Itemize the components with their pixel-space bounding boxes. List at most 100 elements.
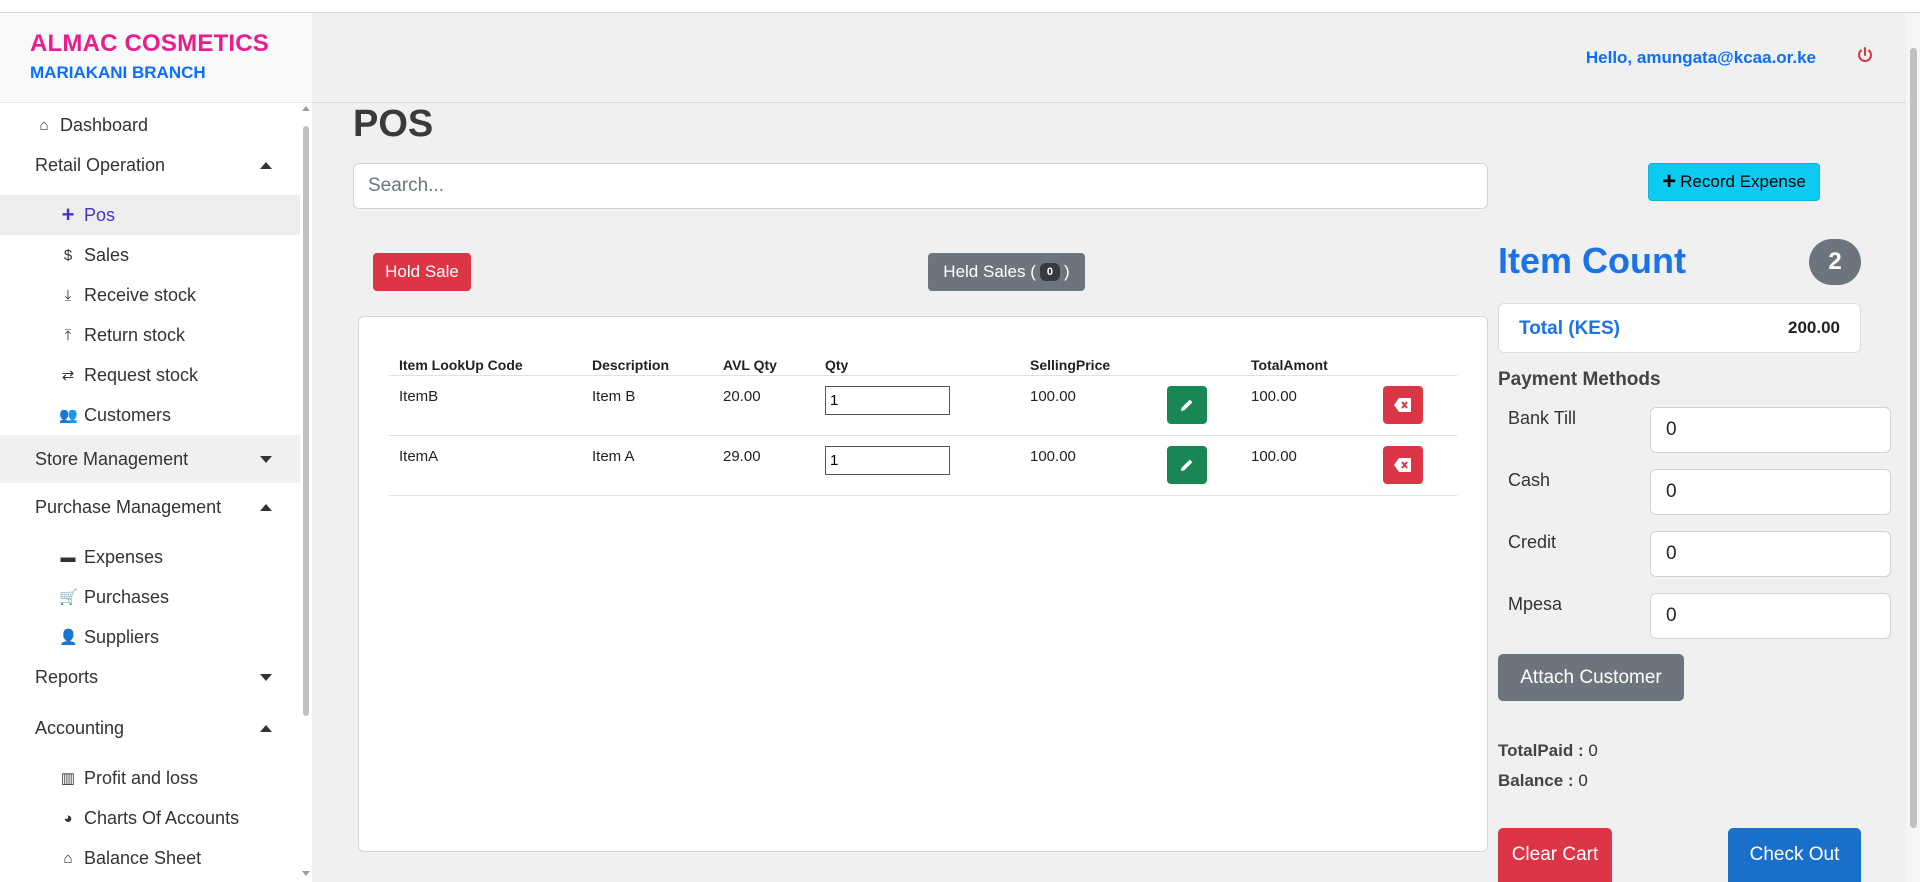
payment-label-bank-till: Bank Till [1508, 408, 1577, 428]
backspace-icon [1394, 458, 1411, 472]
sidebar-item-label: Receive stock [84, 284, 197, 305]
chevron-down-icon [260, 674, 272, 681]
sidebar-scrollbar-thumb[interactable] [303, 126, 309, 716]
sidebar-item-label: Dashboard [60, 114, 149, 135]
sidebar-section-retail-operation[interactable]: Retail Operation [0, 145, 300, 185]
mpesa-input[interactable] [1650, 593, 1891, 639]
total-label: Total (KES) [1519, 318, 1620, 339]
column-header: SellingPrice [1030, 357, 1111, 373]
check-out-button[interactable]: Check Out [1728, 828, 1861, 882]
avl-qty-cell: 20.00 [723, 388, 761, 405]
sidebar-item-pos[interactable]: + Pos [0, 195, 300, 235]
sidebar-item-charts-of-accounts[interactable]: ◕ Charts Of Accounts [0, 798, 300, 838]
item-count-label: Item Count [1498, 240, 1686, 281]
chevron-down-icon [260, 456, 272, 463]
column-header: TotalAmont [1251, 357, 1328, 373]
cart-table: Item LookUp Code Description AVL Qty Qty… [389, 345, 1457, 496]
page-scrollbar[interactable] [1906, 13, 1920, 882]
sidebar-item-profit-and-loss[interactable]: ▥ Profit and loss [0, 758, 300, 798]
power-icon[interactable] [1856, 46, 1876, 66]
sidebar-item-label: Purchases [84, 586, 170, 607]
sidebar-item-label: Return stock [84, 324, 186, 345]
top-header: Hello, amungata@kcaa.or.ke [312, 13, 1906, 103]
edit-button[interactable] [1167, 446, 1207, 484]
hold-sale-button[interactable]: Hold Sale [373, 253, 471, 291]
delete-button[interactable] [1383, 386, 1423, 424]
sidebar-section-label: Retail Operation [35, 154, 166, 175]
sidebar-item-label: Sales [84, 244, 130, 265]
sidebar-section-label: Accounting [35, 717, 125, 738]
payment-label-credit: Credit [1508, 532, 1557, 552]
sidebar-section-purchase-management[interactable]: Purchase Management [0, 487, 300, 527]
held-sales-button[interactable]: Held Sales ( 0 ) [928, 253, 1085, 291]
sidebar-item-suppliers[interactable]: 👤 Suppliers [0, 617, 300, 657]
sidebar-item-dashboard[interactable]: ⌂ Dashboard [0, 105, 300, 145]
sidebar-item-label: Expenses [84, 546, 164, 567]
column-header: Description [592, 357, 670, 373]
sidebar-item-expenses[interactable]: ▬ Expenses [0, 537, 300, 577]
sidebar-section-store-management[interactable]: Store Management [0, 435, 300, 483]
user-icon: 👤 [59, 629, 78, 646]
selling-price-cell: 100.00 [1030, 448, 1076, 465]
sidebar-item-purchases[interactable]: 🛒 Purchases [0, 577, 300, 617]
cash-input[interactable] [1650, 469, 1891, 515]
payment-label-cash: Cash [1508, 470, 1551, 490]
qty-input[interactable] [825, 386, 950, 415]
upload-icon: ⤒ [64, 326, 72, 344]
sidebar-item-label: Request stock [84, 364, 199, 385]
search-input[interactable] [353, 163, 1488, 209]
sidebar-menu: ⌂ Dashboard Retail Operation + Pos $ Sal… [0, 103, 300, 882]
sidebar-item-receive-stock[interactable]: ⤓ Receive stock [0, 275, 300, 315]
item-code-cell: ItemA [399, 448, 439, 465]
attach-customer-button[interactable]: Attach Customer [1498, 654, 1684, 701]
sidebar-item-sales[interactable]: $ Sales [0, 235, 300, 275]
backspace-icon [1394, 398, 1411, 412]
sidebar-item-balance-sheet[interactable]: ⌂ Balance Sheet [0, 838, 300, 878]
edit-button[interactable] [1167, 386, 1207, 424]
sidebar-section-reports[interactable]: Reports [0, 657, 300, 697]
payment-label-mpesa: Mpesa [1508, 594, 1563, 614]
description-cell: Item A [592, 448, 635, 465]
delete-button[interactable] [1383, 446, 1423, 484]
download-icon: ⤓ [64, 286, 72, 304]
sidebar-item-label: Customers [84, 404, 172, 425]
home-icon: ⌂ [39, 116, 49, 134]
page-scrollbar-thumb[interactable] [1910, 48, 1917, 828]
page-title: POS [353, 103, 434, 145]
sidebar-item-label: Suppliers [84, 626, 160, 647]
held-sales-close-paren: ) [1064, 262, 1070, 281]
scroll-up-arrow-icon[interactable] [302, 106, 310, 111]
sidebar-item-request-stock[interactable]: ⇄ Request stock [0, 355, 300, 395]
balance-label: Balance : [1498, 771, 1574, 790]
cart-table-card: Item LookUp Code Description AVL Qty Qty… [358, 316, 1488, 852]
plus-icon: + [1662, 168, 1677, 195]
plus-icon: + [61, 202, 75, 227]
total-paid-value: 0 [1588, 741, 1598, 760]
browser-top-strip [0, 0, 1920, 13]
branch-name: MARIAKANI BRANCH [30, 63, 206, 82]
item-count-badge: 2 [1809, 239, 1861, 285]
held-sales-label: Held Sales ( [943, 262, 1036, 281]
column-header: AVL Qty [723, 357, 777, 373]
user-greeting[interactable]: Hello, amungata@kcaa.or.ke [1586, 48, 1816, 68]
bank-icon: ⌂ [63, 849, 73, 867]
cart-icon: 🛒 [59, 589, 78, 606]
dollar-icon: $ [63, 246, 73, 264]
table-row: ItemB Item B 20.00 100.00 100.00 [389, 376, 1457, 436]
sidebar-item-label: Pos [84, 204, 116, 225]
scroll-down-arrow-icon[interactable] [302, 871, 310, 876]
balance-line: Balance : 0 [1498, 771, 1588, 791]
sidebar-section-label: Purchase Management [35, 496, 222, 517]
sidebar-item-return-stock[interactable]: ⤒ Return stock [0, 315, 300, 355]
brand-title[interactable]: ALMAC COSMETICS [30, 30, 312, 58]
column-header: Item LookUp Code [399, 357, 523, 373]
pencil-icon [1181, 399, 1193, 411]
credit-input[interactable] [1650, 531, 1891, 577]
sidebar-section-accounting[interactable]: Accounting [0, 708, 300, 748]
record-expense-button[interactable]: + Record Expense [1648, 163, 1820, 201]
sidebar-item-customers[interactable]: 👥 Customers [0, 395, 300, 435]
selling-price-cell: 100.00 [1030, 388, 1076, 405]
clear-cart-button[interactable]: Clear Cart [1498, 828, 1612, 882]
qty-input[interactable] [825, 446, 950, 475]
bank-till-input[interactable] [1650, 407, 1891, 453]
